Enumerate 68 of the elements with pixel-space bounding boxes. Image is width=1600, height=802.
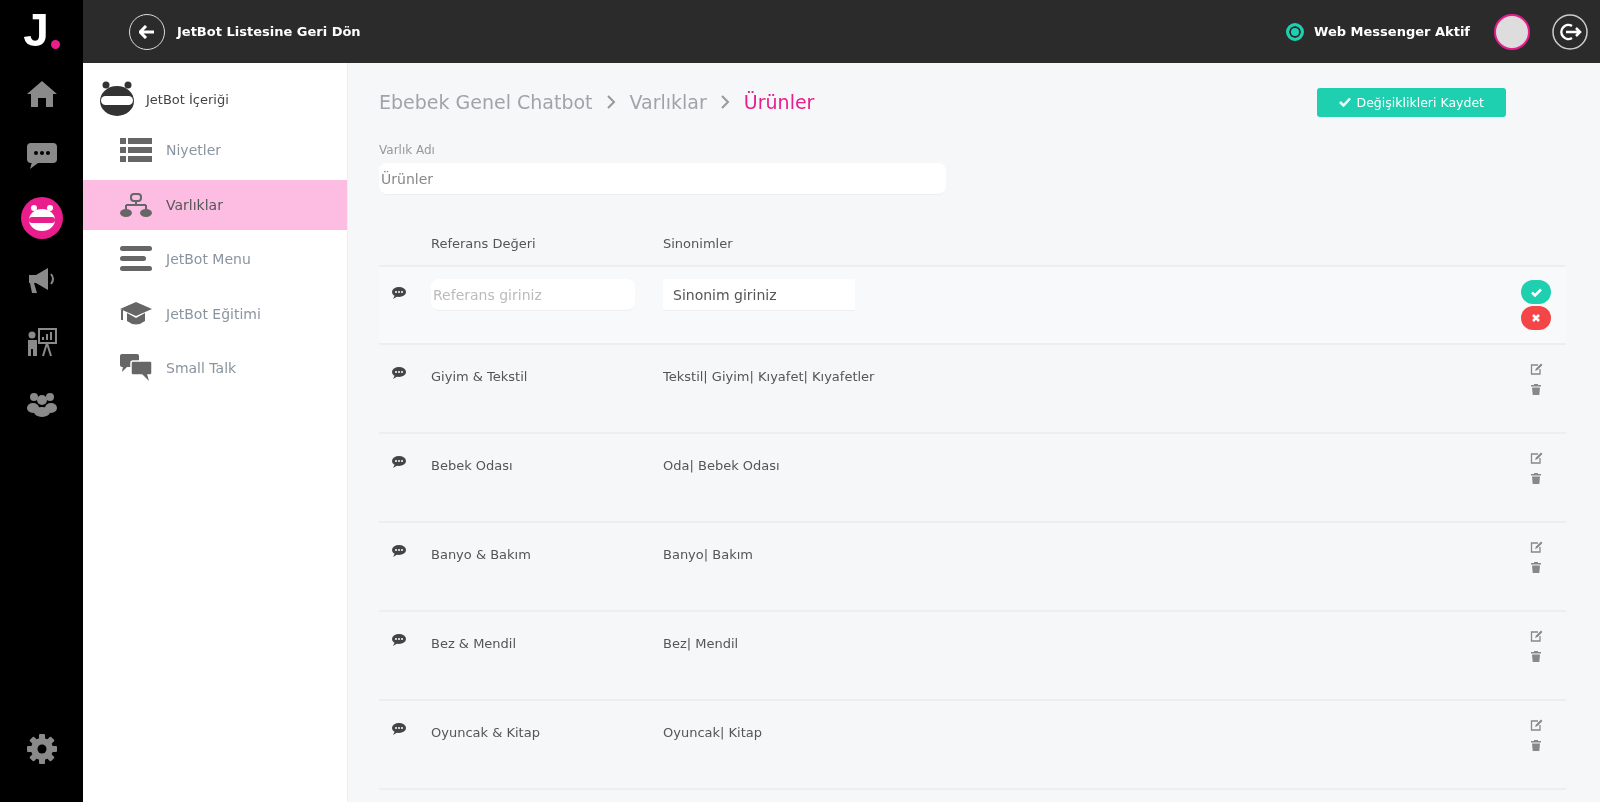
cancel-button[interactable] <box>1521 306 1551 330</box>
settings-icon[interactable] <box>26 734 57 764</box>
breadcrumb-item: Ürünler <box>743 91 815 113</box>
synonyms-text: Bez| Mendil <box>663 636 739 651</box>
chevron-icon <box>720 95 730 109</box>
sidebar-title: JetBot İçeriği <box>146 91 229 107</box>
column-header: Referans Değeri <box>431 235 537 251</box>
table-icon <box>120 138 152 162</box>
sidebar-item[interactable]: JetBot Eğitimi <box>83 288 347 339</box>
comment-icon <box>392 456 406 468</box>
logo-letter: J <box>23 7 49 53</box>
reference-value: Banyo & Bakım <box>431 547 531 562</box>
chat-icon <box>25 142 58 170</box>
synonym-field[interactable]: Sinonim giriniz <box>663 279 855 311</box>
group-icon <box>25 391 58 417</box>
reference-value: Giyim & Tekstil <box>431 369 528 384</box>
reference-value: Bebek Odası <box>431 458 513 473</box>
column-header: Sinonimler <box>663 235 734 251</box>
delete-icon[interactable] <box>1531 740 1541 751</box>
reference-value: Oyuncak & Kitap <box>431 725 540 740</box>
synonyms-text: Banyo| Bakım <box>663 547 753 562</box>
sidebar-item[interactable]: Small Talk <box>83 343 347 393</box>
breadcrumb-item[interactable]: Ebebek Genel Chatbot <box>379 91 593 113</box>
menu-icon <box>120 246 152 272</box>
comment-icon <box>392 367 406 379</box>
entity-name-field[interactable]: Ürünler <box>379 163 946 195</box>
reference-value: Bez & Mendil <box>431 636 517 651</box>
chat-icon <box>120 354 152 382</box>
confirm-button[interactable] <box>1521 280 1551 304</box>
close-icon <box>1532 314 1540 322</box>
comment-icon <box>392 634 406 646</box>
logout-icon[interactable] <box>1552 13 1588 50</box>
hierarchy-icon <box>120 192 152 217</box>
field-label: Varlık Adı <box>379 143 436 157</box>
delete-icon[interactable] <box>1531 562 1541 573</box>
logo-dot <box>50 40 60 49</box>
comment-icon <box>392 545 406 557</box>
delete-icon[interactable] <box>1531 473 1541 484</box>
arrow-left-icon <box>139 24 155 39</box>
avatar[interactable] <box>1494 13 1530 50</box>
synonyms-text: Oyuncak| Kitap <box>663 725 762 740</box>
edit-icon[interactable] <box>1529 363 1543 375</box>
chevron-icon <box>606 95 616 109</box>
sidebar-item[interactable]: Niyetler <box>83 125 347 175</box>
edit-icon[interactable] <box>1529 452 1543 464</box>
sidebar-item[interactable]: Varlıklar <box>83 179 347 230</box>
comment-icon <box>392 723 406 735</box>
save-button[interactable]: Değişiklikleri Kaydet <box>1316 87 1506 117</box>
delete-icon[interactable] <box>1531 384 1541 395</box>
edit-icon[interactable] <box>1529 719 1543 731</box>
graduation-cap-icon <box>120 300 152 327</box>
comment-icon <box>392 287 406 299</box>
presenter-icon <box>25 327 58 357</box>
reference-field[interactable]: Referans giriniz <box>431 279 635 311</box>
sidebar-item[interactable]: JetBot Menu <box>83 234 347 284</box>
home-icon <box>25 80 58 108</box>
delete-icon[interactable] <box>1531 651 1541 662</box>
status-text: Web Messenger Aktif <box>1314 24 1470 39</box>
synonyms-text: Tekstil| Giyim| Kıyafet| Kıyafetler <box>663 369 875 384</box>
check-icon <box>1338 97 1351 107</box>
robot-icon <box>20 197 63 239</box>
edit-icon[interactable] <box>1529 630 1543 642</box>
back-button[interactable]: JetBot Listesine Geri Dön <box>129 13 361 50</box>
breadcrumb-item[interactable]: Varlıklar <box>629 91 707 113</box>
robot-icon <box>98 81 136 117</box>
synonyms-text: Oda| Bebek Odası <box>663 458 780 473</box>
check-icon <box>1530 287 1542 297</box>
edit-icon[interactable] <box>1529 541 1543 553</box>
